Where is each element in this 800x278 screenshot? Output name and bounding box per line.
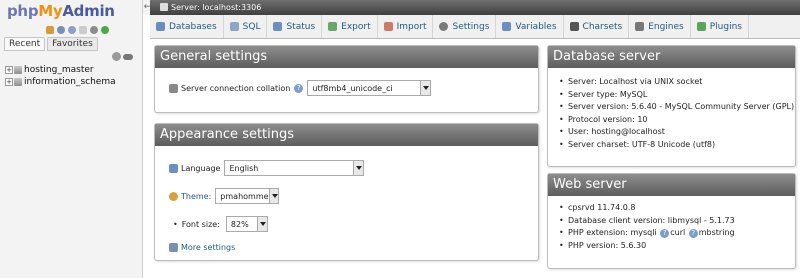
- fontsize-select[interactable]: 82%: [225, 216, 268, 232]
- tree-item-hosting-master[interactable]: + hosting_master: [5, 64, 116, 76]
- tab-sql[interactable]: SQL: [224, 15, 268, 38]
- tab-status[interactable]: Status: [267, 15, 323, 38]
- variables-icon: [502, 22, 512, 31]
- list-item: User: hosting@localhost: [559, 126, 794, 139]
- tab-charsets[interactable]: Charsets: [564, 15, 630, 38]
- list-item: Server: Localhost via UNIX socket: [559, 76, 794, 89]
- list-item: PHP version: 5.6.30: [559, 240, 735, 253]
- list-item: Protocol version: 10: [559, 114, 794, 127]
- list-item: PHP extension: mysqli ?curl ?mbstring: [559, 227, 735, 240]
- list-item: Server version: 5.6.40 - MySQL Community…: [559, 101, 794, 114]
- appearance-settings-panel: Appearance settings Language English The…: [154, 123, 539, 261]
- panel-title: Web server: [548, 174, 795, 196]
- chevron-down-icon: [256, 217, 267, 231]
- web-server-list: cpsrvd 11.74.0.8 Database client version…: [559, 202, 735, 253]
- list-item: Server type: MySQL: [559, 89, 794, 102]
- plugins-icon: [696, 22, 706, 31]
- charsets-icon: [569, 22, 579, 31]
- chevron-down-icon: [268, 189, 279, 203]
- help-icon[interactable]: ?: [660, 229, 670, 239]
- database-icon: [14, 66, 22, 74]
- tab-plugins[interactable]: Plugins: [691, 15, 749, 38]
- tab-engines[interactable]: Engines: [629, 15, 691, 38]
- nav-tab-favorites[interactable]: Favorites: [47, 37, 98, 51]
- more-settings-row: More settings: [169, 243, 235, 252]
- more-settings-link[interactable]: More settings: [181, 243, 235, 252]
- home-icon[interactable]: [46, 26, 54, 34]
- nav-tab-recent[interactable]: Recent: [4, 37, 46, 51]
- panel-title: Appearance settings: [155, 124, 538, 146]
- tab-variables[interactable]: Variables: [496, 15, 564, 38]
- collation-row: Server connection collation ? utf8mb4_un…: [169, 80, 432, 96]
- collation-label: Server connection collation: [181, 83, 291, 93]
- phpmyadmin-app: phpMyAdmin Recent Favorites + hosting_ma…: [0, 0, 800, 278]
- language-row: Language English: [169, 160, 365, 176]
- import-icon: [383, 22, 393, 31]
- sql-query-icon[interactable]: [57, 26, 65, 34]
- language-select[interactable]: English: [224, 160, 365, 176]
- theme-row: Theme: pmahomme: [169, 188, 280, 204]
- top-menu-tabs: Databases SQL Status Export Import Setti…: [150, 15, 800, 39]
- bullet: •: [173, 219, 178, 229]
- server-icon: [160, 3, 168, 11]
- help-icon[interactable]: ?: [688, 229, 698, 239]
- nav-tree-controls: [112, 52, 133, 61]
- fontsize-label: Font size:: [181, 219, 220, 229]
- chevron-down-icon: [353, 161, 364, 175]
- fontsize-row: • Font size: 82%: [173, 216, 268, 232]
- main-content: General settings Server connection colla…: [150, 39, 800, 278]
- theme-palette-icon: [169, 191, 178, 201]
- docs-icon[interactable]: [68, 26, 76, 34]
- tab-databases[interactable]: Databases: [150, 15, 224, 38]
- gear-icon[interactable]: [90, 26, 98, 34]
- chevron-down-icon: [420, 81, 431, 95]
- reload-icon[interactable]: [101, 26, 109, 34]
- list-item: Server charset: UTF-8 Unicode (utf8): [559, 139, 794, 152]
- sql-icon: [229, 22, 239, 31]
- list-item: cpsrvd 11.74.0.8: [559, 202, 735, 215]
- tab-settings[interactable]: Settings: [433, 15, 497, 38]
- wrench-icon: [169, 243, 178, 252]
- database-icon: [14, 78, 22, 86]
- settings-icon: [439, 22, 449, 31]
- navigation-panel: phpMyAdmin Recent Favorites + hosting_ma…: [0, 0, 143, 278]
- link-icon[interactable]: [123, 54, 133, 60]
- docs-page-icon[interactable]: [79, 26, 87, 34]
- general-settings-panel: General settings Server connection colla…: [154, 45, 539, 113]
- collation-icon: [169, 83, 178, 93]
- phpmyadmin-logo[interactable]: phpMyAdmin: [0, 0, 142, 24]
- tab-export[interactable]: Export: [322, 15, 378, 38]
- list-item: Database client version: libmysql - 5.1.…: [559, 215, 735, 228]
- panel-title: Database server: [548, 46, 795, 68]
- database-server-panel: Database server Server: Localhost via UN…: [547, 45, 796, 167]
- tree-item-label[interactable]: information_schema: [24, 77, 116, 87]
- collation-select[interactable]: utf8mb4_unicode_ci: [307, 80, 432, 96]
- theme-select[interactable]: pmahomme: [215, 188, 280, 204]
- database-server-list: Server: Localhost via UNIX socket Server…: [559, 76, 794, 152]
- engines-icon: [635, 22, 645, 31]
- language-label: Language: [181, 163, 221, 173]
- server-breadcrumb[interactable]: Server: localhost:3306: [150, 0, 800, 15]
- panel-title: General settings: [155, 46, 538, 68]
- databases-icon: [156, 22, 165, 31]
- language-icon: [169, 163, 178, 173]
- expand-icon[interactable]: +: [5, 78, 13, 86]
- expand-icon[interactable]: +: [5, 66, 13, 74]
- collapse-all-icon[interactable]: [112, 52, 121, 61]
- theme-link[interactable]: Theme:: [181, 192, 211, 201]
- tree-item-information-schema[interactable]: + information_schema: [5, 76, 116, 88]
- export-icon: [328, 22, 338, 31]
- status-icon: [273, 22, 283, 31]
- nav-tabs: Recent Favorites: [0, 37, 142, 51]
- tree-item-label[interactable]: hosting_master: [24, 65, 94, 75]
- tab-import[interactable]: Import: [378, 15, 434, 38]
- help-icon[interactable]: ?: [294, 83, 304, 93]
- server-label[interactable]: Server: localhost:3306: [171, 3, 261, 12]
- web-server-panel: Web server cpsrvd 11.74.0.8 Database cli…: [547, 173, 796, 269]
- database-tree: + hosting_master + information_schema: [5, 64, 116, 88]
- nav-quick-icons: [0, 24, 142, 36]
